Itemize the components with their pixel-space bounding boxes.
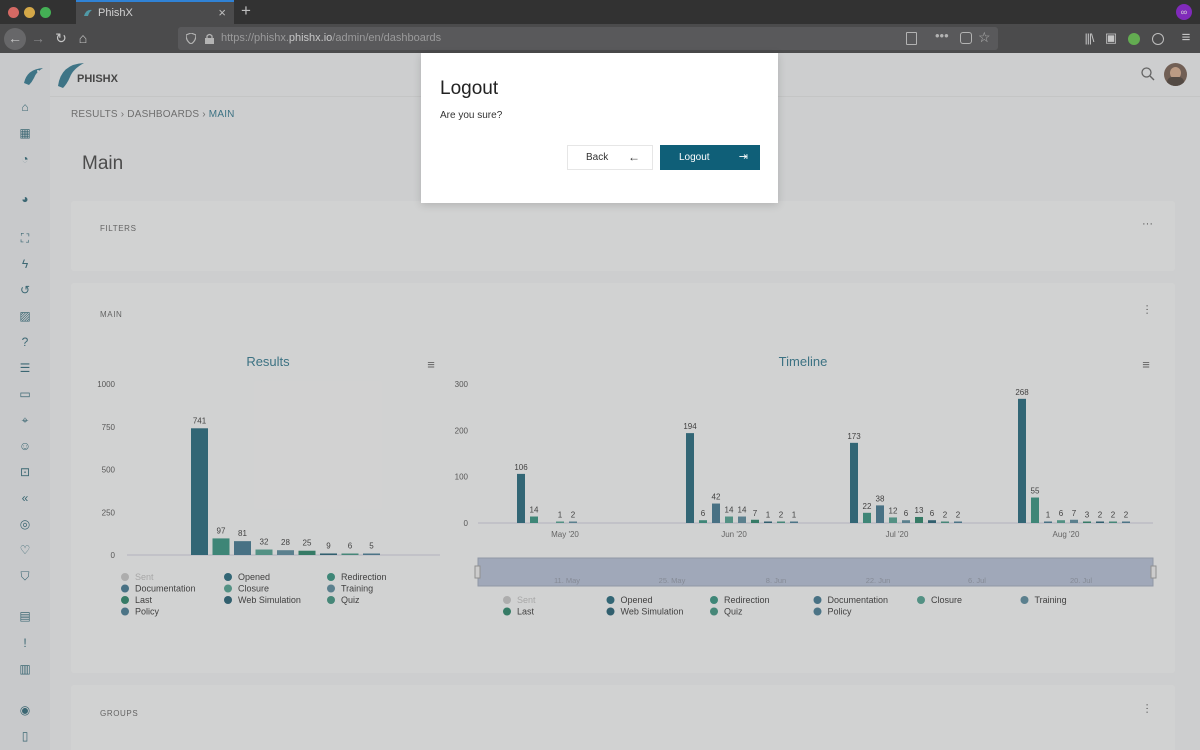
logout-icon: ⇥	[738, 151, 748, 163]
logout-button-label: Logout	[679, 152, 710, 163]
logout-button[interactable]: Logout ⇥	[660, 145, 760, 170]
logout-modal: Logout Are you sure? Back ← Logout ⇥	[421, 53, 778, 203]
back-button-label: Back	[586, 152, 609, 163]
modal-message: Are you sure?	[440, 110, 503, 121]
arrow-left-icon: ←	[628, 150, 640, 164]
modal-title: Logout	[440, 78, 499, 99]
back-button[interactable]: Back ←	[567, 145, 653, 170]
